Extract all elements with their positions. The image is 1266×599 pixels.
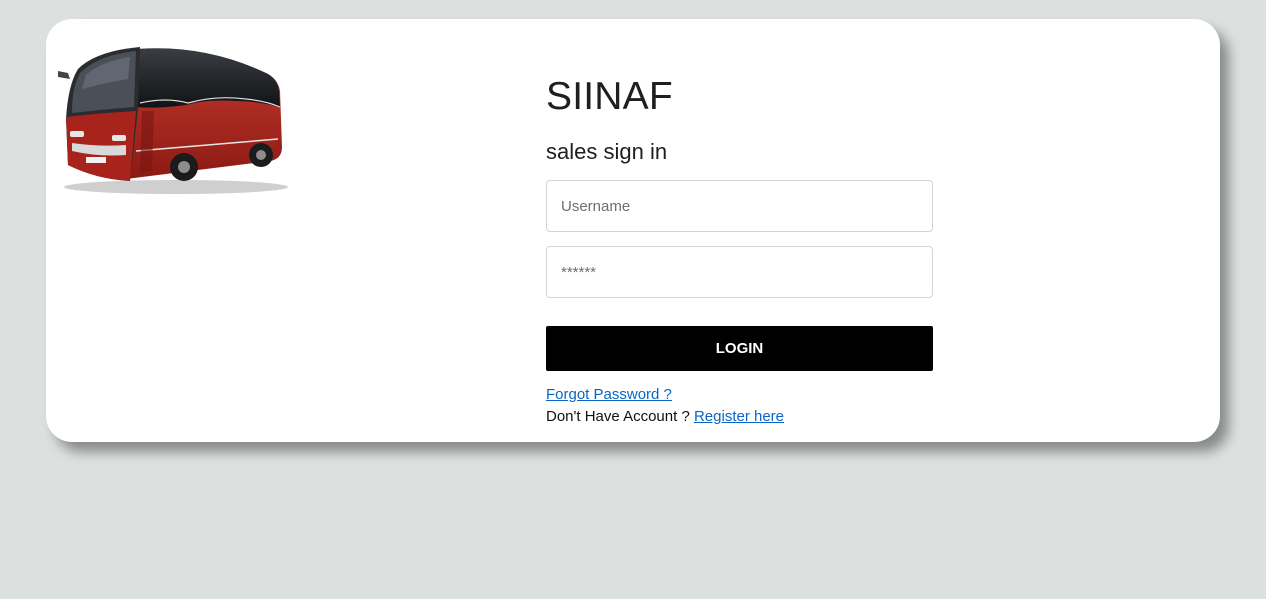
page-subtitle: sales sign in bbox=[546, 139, 668, 164]
no-account-text: Don't Have Account ? bbox=[546, 408, 690, 425]
password-input[interactable] bbox=[546, 246, 933, 298]
username-input[interactable] bbox=[546, 180, 933, 232]
app-title: SIINAF bbox=[546, 75, 673, 118]
login-card: SIINAF sales sign in LOGIN Forgot Passwo… bbox=[46, 19, 1220, 442]
register-prompt: Don't Have Account ? Register here bbox=[546, 408, 784, 425]
forgot-password-link[interactable]: Forgot Password ? bbox=[546, 386, 672, 403]
login-button[interactable]: LOGIN bbox=[546, 326, 933, 371]
bus-image bbox=[58, 47, 288, 194]
register-link[interactable]: Register here bbox=[694, 408, 784, 425]
